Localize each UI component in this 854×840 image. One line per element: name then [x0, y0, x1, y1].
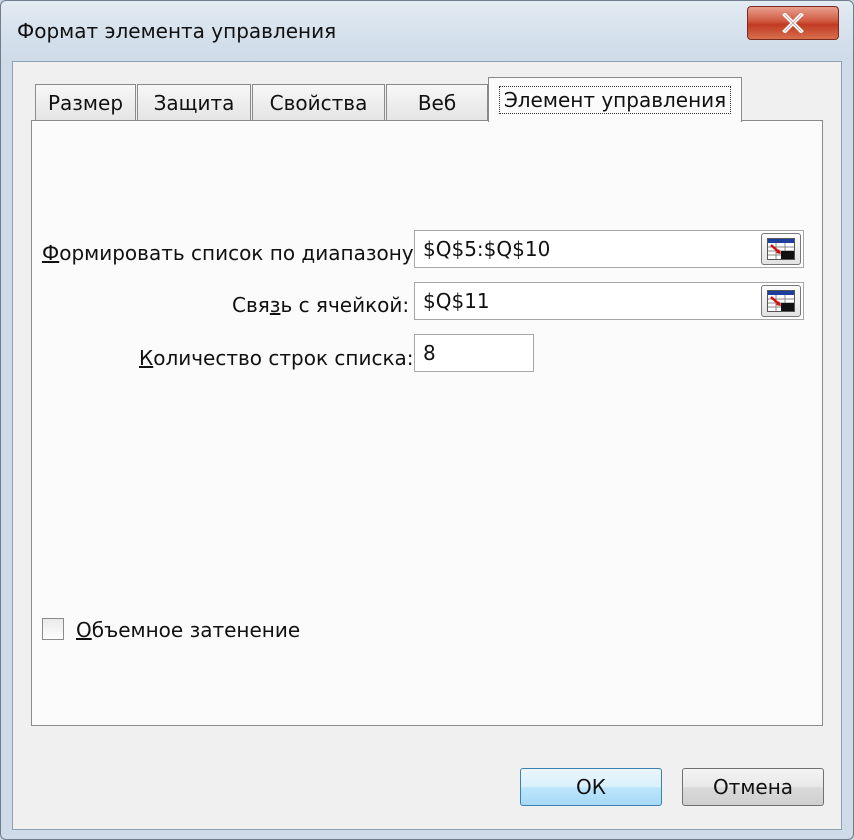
cell-link-field[interactable]: $Q$11 — [414, 282, 804, 320]
tab-properties[interactable]: Свойства — [252, 84, 385, 121]
3d-shading-accel: О — [76, 618, 92, 642]
tab-protection-label: Защита — [153, 91, 235, 115]
3d-shading-checkbox[interactable] — [42, 618, 64, 640]
dialog-client-area: Размер Защита Свойства Веб Элемент управ… — [12, 61, 842, 830]
dropdown-lines-label-post: оличество строк списка: — [153, 346, 414, 370]
close-button[interactable] — [747, 6, 839, 40]
input-range-field[interactable]: $Q$5:$Q$10 — [414, 230, 804, 268]
title-bar[interactable]: Формат элемента управления — [1, 1, 853, 61]
cell-link-label-pre: Свя — [232, 293, 270, 317]
window-title: Формат элемента управления — [17, 19, 337, 43]
input-range-accel: Ф — [42, 241, 60, 265]
tab-size[interactable]: Размер — [35, 84, 136, 121]
cell-link-label: Связь с ячейкой: — [232, 293, 409, 317]
3d-shading-label[interactable]: Объемное затенение — [76, 618, 300, 642]
tab-properties-label: Свойства — [269, 91, 368, 115]
ok-button[interactable]: ОК — [520, 768, 662, 806]
control-tab-panel: Формировать список по диапазону: $Q$5:$Q… — [31, 120, 823, 726]
tab-control[interactable]: Элемент управления — [488, 77, 742, 122]
tab-web[interactable]: Веб — [386, 84, 488, 121]
3d-shading-label-post: бъемное затенение — [91, 618, 301, 642]
dropdown-lines-accel: К — [139, 346, 154, 370]
dialog-window: Формат элемента управления Размер Защита… — [0, 0, 854, 840]
close-icon — [748, 7, 838, 39]
dropdown-lines-field[interactable]: 8 — [414, 334, 534, 372]
tab-size-label: Размер — [47, 91, 124, 115]
tab-protection[interactable]: Защита — [137, 84, 251, 121]
cell-link-accel: з — [269, 293, 281, 317]
input-range-label: Формировать список по диапазону: — [42, 241, 420, 265]
tab-web-label: Веб — [417, 91, 457, 115]
cancel-button[interactable]: Отмена — [682, 768, 824, 806]
cell-link-collapse-button[interactable] — [761, 285, 801, 317]
input-range-label-rest: ормировать список по диапазону: — [59, 241, 421, 265]
tab-control-label: Элемент управления — [498, 86, 732, 114]
range-select-icon — [767, 238, 795, 264]
input-range-collapse-button[interactable] — [761, 233, 801, 265]
range-select-icon — [767, 290, 795, 316]
cell-link-label-post: ь с ячейкой: — [280, 293, 410, 317]
dropdown-lines-label: Количество строк списка: — [139, 346, 414, 370]
